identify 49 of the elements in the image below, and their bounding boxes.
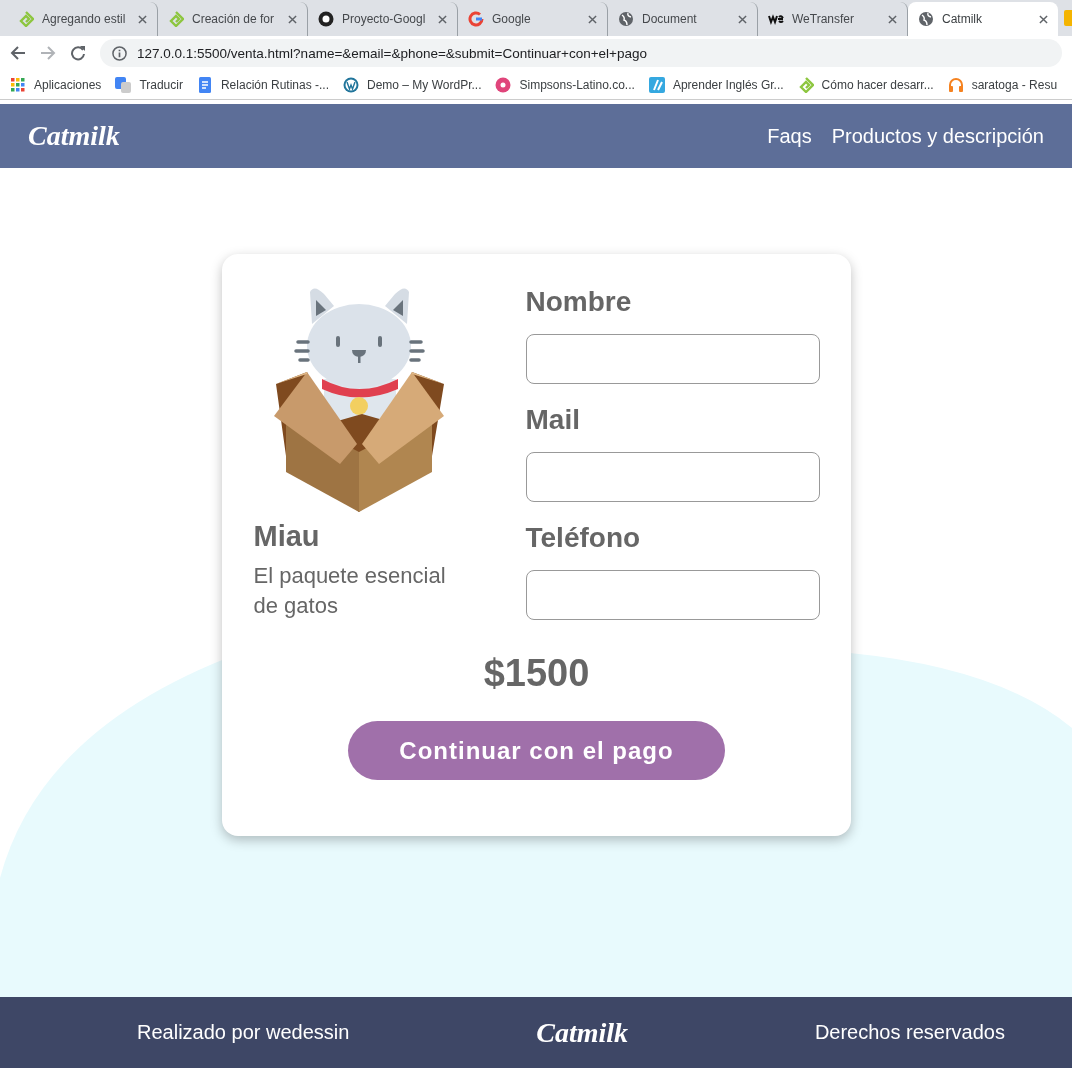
bookmark-link[interactable]: Simpsons-Latino.co... <box>519 77 635 92</box>
nav-link[interactable]: Productos y descripción <box>831 124 1044 148</box>
field-label: Teléfono <box>525 522 642 555</box>
nav-link[interactable]: Faqs <box>767 124 812 148</box>
globe-icon <box>618 11 634 27</box>
headphones-icon <box>947 76 964 93</box>
donut-icon <box>495 76 512 93</box>
bookmark-link[interactable]: Relación Rutinas -... <box>220 77 329 92</box>
close-icon[interactable] <box>738 14 747 24</box>
reload-icon[interactable] <box>70 45 86 61</box>
google-icon <box>468 11 484 27</box>
app-icon <box>648 76 665 93</box>
leaf-icon <box>18 11 34 27</box>
close-icon[interactable] <box>588 14 597 24</box>
leaf-icon <box>797 76 814 93</box>
submit-button[interactable]: Continuar con el pago <box>348 721 725 780</box>
bookmark-link[interactable]: Demo – My WordPr... <box>367 77 482 92</box>
bookmark-link[interactable]: Aplicaciones <box>34 77 102 92</box>
info-icon[interactable] <box>112 45 127 61</box>
input-field[interactable] <box>525 452 820 502</box>
field-label: Mail <box>525 404 581 437</box>
credit-text: Realizado por wedessin <box>137 1021 350 1044</box>
leaf-icon <box>168 11 184 27</box>
input-field[interactable] <box>525 334 820 384</box>
bookmark-link[interactable]: Traducir <box>139 77 183 92</box>
close-icon[interactable] <box>288 14 297 24</box>
bookmark-link[interactable]: saratoga - Resu <box>971 77 1058 92</box>
site-logo[interactable]: Catmilk <box>28 120 120 152</box>
document-icon <box>196 76 213 93</box>
product-name: Miau <box>253 520 321 553</box>
back-icon[interactable] <box>10 45 26 61</box>
close-icon[interactable] <box>1039 14 1048 24</box>
apps-grid-icon <box>10 76 26 93</box>
url-text: 127.0.0.1:5500/venta.html?name=&email=&phone=&submit=Continuar+con+el+pago <box>137 45 647 61</box>
product-description: El paquete esencial de gatos <box>253 562 447 620</box>
close-icon[interactable] <box>888 14 897 24</box>
close-icon[interactable] <box>138 14 147 24</box>
price: $1500 <box>483 652 590 695</box>
browser-tab[interactable]: Catmilk <box>908 2 1058 36</box>
bookmark-link[interactable]: Cómo hacer desarr... <box>821 77 934 92</box>
footer-logo: Catmilk <box>536 1016 628 1049</box>
globe-icon <box>918 11 934 27</box>
field-label: Nombre <box>525 286 633 319</box>
address-bar[interactable]: 127.0.0.1:5500/venta.html?name=&email=&phone=&submit=Continuar+con+el+pago <box>100 39 1062 67</box>
bookmark-link[interactable]: Aprender Inglés Gr... <box>672 77 784 92</box>
input-field[interactable] <box>525 570 820 620</box>
wordpress-icon <box>343 76 359 93</box>
close-icon[interactable] <box>438 14 447 24</box>
rights-text: Derechos reservados <box>814 1021 1005 1044</box>
